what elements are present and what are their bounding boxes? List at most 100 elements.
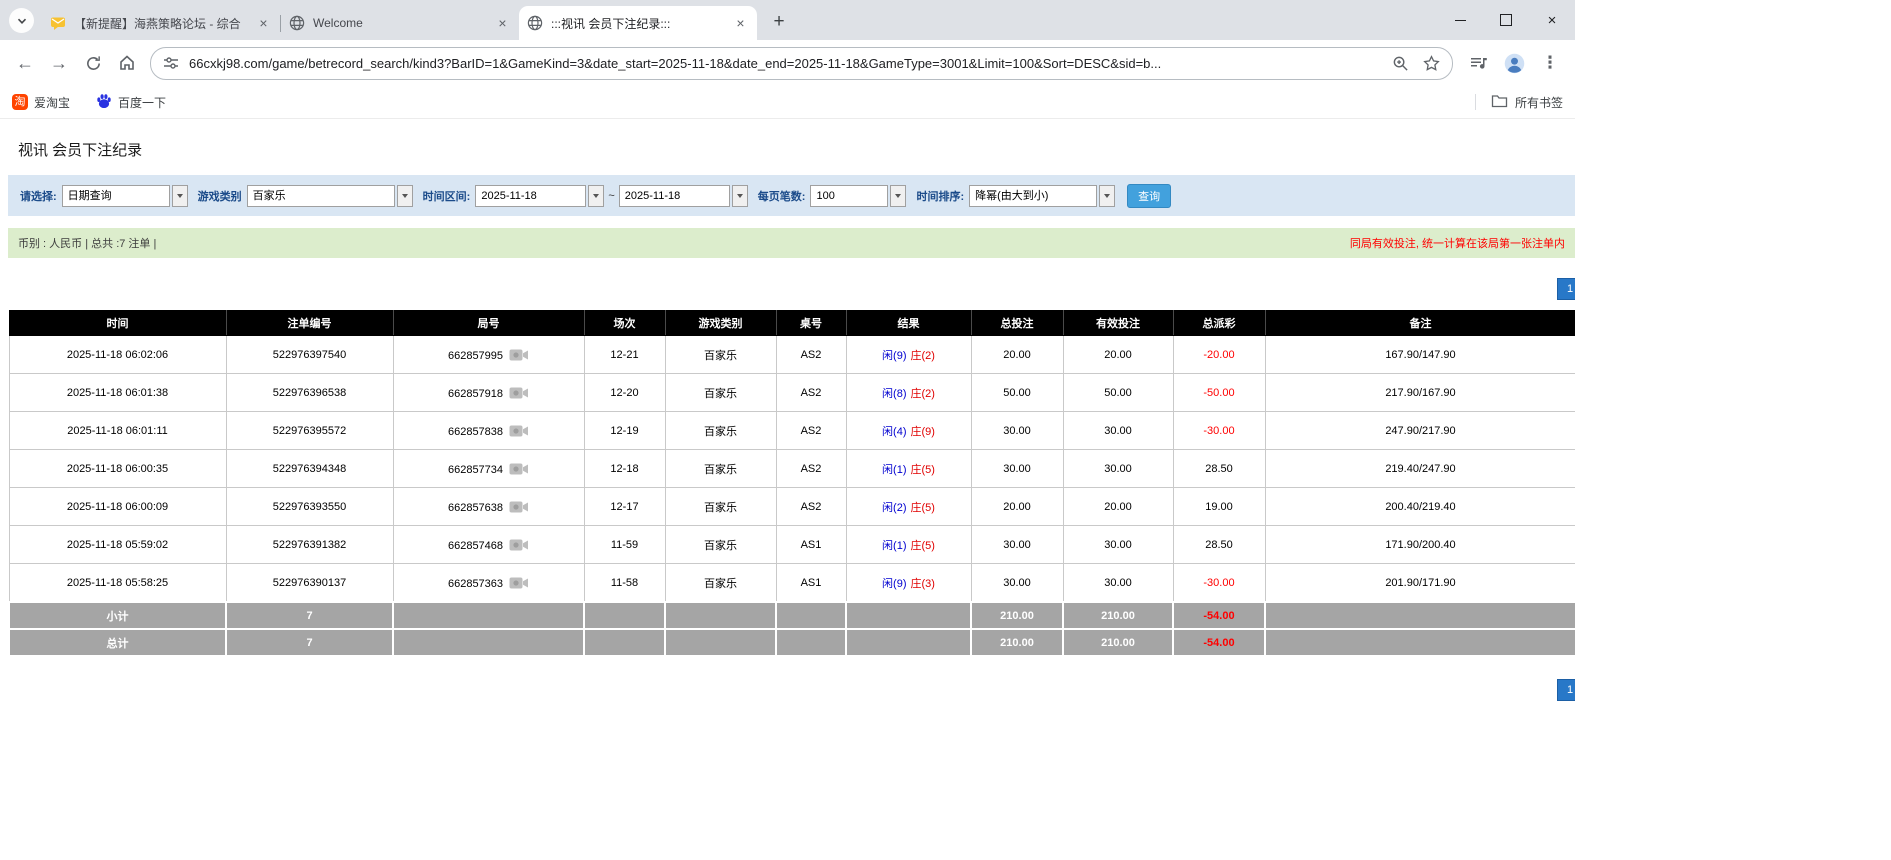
profile-icon[interactable]: [1497, 46, 1531, 80]
table-no: AS1: [775, 525, 847, 564]
url-text[interactable]: 66cxkj98.com/game/betrecord_search/kind3…: [189, 56, 1392, 71]
summary-valid-bet: 210.00: [1062, 601, 1174, 630]
bet-id: 522976393550: [225, 487, 394, 526]
page-size-dropdown-arrow[interactable]: [890, 184, 907, 207]
search-button[interactable]: 查询: [1127, 183, 1172, 208]
total-bet-link[interactable]: 20.00: [970, 335, 1064, 374]
game-type: 百家乐: [664, 563, 777, 603]
video-replay-icon[interactable]: [509, 538, 529, 552]
sort-order-dropdown-arrow[interactable]: [1099, 184, 1116, 207]
page-size-value[interactable]: 100: [810, 184, 889, 207]
summary-empty: [1264, 601, 1575, 630]
table-header-cell: 有效投注: [1062, 310, 1174, 336]
page-size-select[interactable]: 100: [810, 184, 907, 207]
date-end-value[interactable]: 2025-11-18: [618, 184, 730, 207]
media-controls-icon[interactable]: [1461, 46, 1495, 80]
round-no: 662857838: [447, 425, 504, 438]
table-header-cell: 注单编号: [225, 310, 394, 336]
menu-dots-icon[interactable]: ⋮: [1533, 46, 1567, 80]
total-bet-link[interactable]: 30.00: [970, 563, 1064, 603]
sort-order-value[interactable]: 降幂(由大到小): [969, 184, 1098, 207]
pagination-page-button[interactable]: 1: [1557, 679, 1575, 701]
total-bet-link[interactable]: 20.00: [970, 487, 1064, 526]
tab-forum[interactable]: 【新提醒】海燕策略论坛 - 综合 ×: [42, 6, 280, 40]
result-player: 闲(4): [882, 425, 907, 438]
summary-label: 小计: [8, 601, 227, 630]
result-cell: 闲(1) 庄(5): [845, 449, 972, 488]
chevron-down-icon: [17, 18, 26, 24]
result-player: 闲(8): [882, 387, 907, 400]
tab-welcome[interactable]: Welcome ×: [281, 6, 519, 40]
summary-empty: [775, 601, 847, 630]
tab-close-icon[interactable]: ×: [494, 15, 511, 32]
dropdown-arrow-icon: [401, 193, 408, 198]
total-bet-link[interactable]: 30.00: [970, 411, 1064, 450]
page-title: 视讯 会员下注纪录: [18, 142, 143, 159]
round-cell: 662857838: [392, 411, 585, 450]
tab-close-icon[interactable]: ×: [732, 15, 749, 32]
window-close-button[interactable]: ×: [1529, 0, 1575, 40]
pagination-page-button[interactable]: 1: [1557, 278, 1575, 300]
game-type-select[interactable]: 百家乐: [246, 184, 413, 207]
game-type-value[interactable]: 百家乐: [246, 184, 395, 207]
video-replay-icon[interactable]: [509, 576, 529, 590]
total-bet-link[interactable]: 30.00: [970, 449, 1064, 488]
round-no: 662857918: [447, 387, 504, 400]
table-no: AS2: [775, 373, 847, 412]
table-header-cell: 结果: [845, 310, 972, 336]
bet-table: 时间 注单编号 局号 场次 游戏类别 桌号 结果 总投注 有效投注 总派彩 备注 2025-11-1…: [8, 310, 1575, 657]
result-player: 闲(1): [882, 463, 907, 476]
summary-empty: [845, 601, 972, 630]
bookmark-label: 百度一下: [118, 95, 167, 110]
window-minimize-button[interactable]: [1437, 0, 1483, 40]
tab-bet-records-active[interactable]: :::视讯 会员下注纪录::: ×: [519, 6, 757, 40]
video-replay-icon[interactable]: [509, 386, 529, 400]
table-header-cell: 游戏类别: [664, 310, 777, 336]
result-player: 闲(1): [882, 539, 907, 552]
refresh-button[interactable]: [76, 46, 110, 80]
game-type: 百家乐: [664, 487, 777, 526]
filter-label-query-type: 请选择:: [20, 190, 57, 203]
payout: -30.00: [1172, 411, 1266, 450]
bookmark-aitaobao[interactable]: 淘 爱淘宝: [12, 94, 70, 111]
tab-search-button[interactable]: [9, 8, 34, 33]
date-start-value[interactable]: 2025-11-18: [475, 184, 587, 207]
forward-button[interactable]: →: [42, 46, 76, 80]
query-type-select[interactable]: 日期查询: [61, 184, 188, 207]
session: 11-59: [583, 525, 666, 564]
home-button[interactable]: [110, 46, 144, 80]
total-bet-link[interactable]: 30.00: [970, 525, 1064, 564]
video-replay-icon[interactable]: [509, 500, 529, 514]
all-bookmarks-label: 所有书签: [1514, 95, 1563, 110]
site-settings-icon[interactable]: [163, 55, 179, 71]
payout: 19.00: [1172, 487, 1266, 526]
video-replay-icon[interactable]: [509, 462, 529, 476]
bet-id: 522976396538: [225, 373, 394, 412]
video-replay-icon[interactable]: [509, 424, 529, 438]
window-maximize-button[interactable]: [1483, 0, 1529, 40]
back-button[interactable]: ←: [8, 46, 42, 80]
result-banker: 庄(5): [910, 463, 935, 476]
query-type-value[interactable]: 日期查询: [61, 184, 170, 207]
date-end-select[interactable]: 2025-11-18: [618, 184, 748, 207]
folder-icon: [1491, 93, 1508, 111]
bet-id: 522976394348: [225, 449, 394, 488]
zoom-icon[interactable]: [1392, 55, 1409, 72]
sort-order-select[interactable]: 降幂(由大到小): [969, 184, 1116, 207]
query-type-dropdown-arrow[interactable]: [171, 184, 188, 207]
total-bet-link[interactable]: 50.00: [970, 373, 1064, 412]
summary-empty: [583, 628, 666, 657]
video-replay-icon[interactable]: [509, 348, 529, 362]
all-bookmarks[interactable]: 所有书签: [1474, 93, 1563, 111]
game-type: 百家乐: [664, 411, 777, 450]
date-start-select[interactable]: 2025-11-18: [475, 184, 605, 207]
url-bar[interactable]: 66cxkj98.com/game/betrecord_search/kind3…: [150, 46, 1453, 80]
bookmark-star-icon[interactable]: [1423, 54, 1440, 72]
tab-close-icon[interactable]: ×: [255, 15, 272, 32]
date-start-dropdown-arrow[interactable]: [588, 184, 605, 207]
date-end-dropdown-arrow[interactable]: [731, 184, 748, 207]
game-type-dropdown-arrow[interactable]: [396, 184, 413, 207]
summary-empty: [664, 628, 777, 657]
bookmark-baidu[interactable]: 百度一下: [96, 93, 166, 112]
new-tab-button[interactable]: +: [765, 8, 793, 36]
